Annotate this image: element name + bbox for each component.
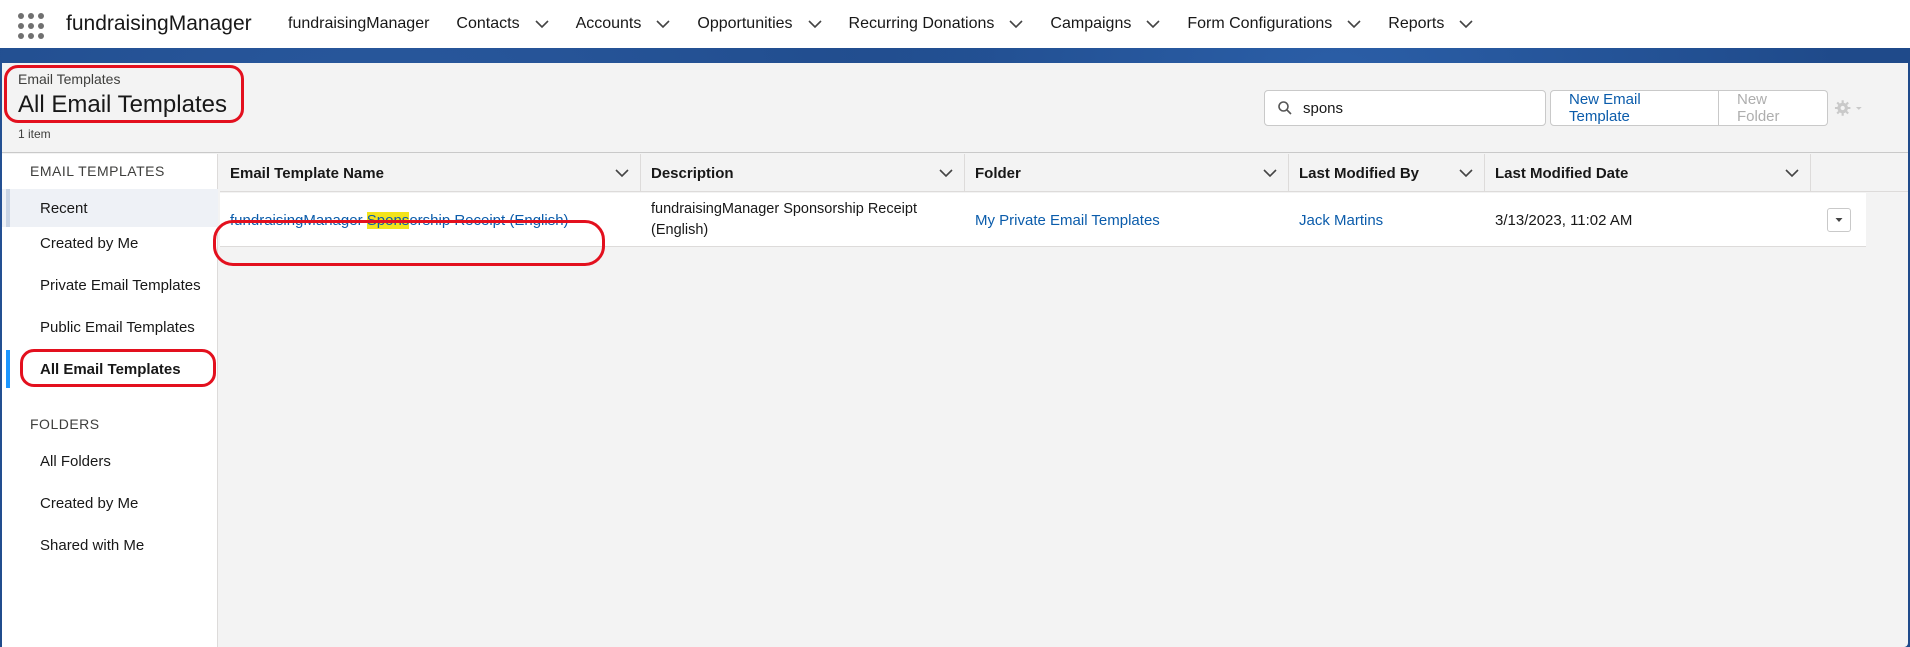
chevron-down-icon xyxy=(1856,107,1863,110)
table-header: Email Template Name Description Folder L… xyxy=(220,154,1908,192)
new-folder-button[interactable]: New Folder xyxy=(1719,90,1828,126)
nav-tab-form-configurations[interactable]: Form Configurations xyxy=(1187,15,1362,33)
column-label: Last Modified By xyxy=(1299,164,1420,182)
sidebar-item-shared-with-me[interactable]: Shared with Me xyxy=(2,526,218,564)
sidebar-item-created-by-me[interactable]: Created by Me xyxy=(2,224,218,262)
list-settings-button[interactable] xyxy=(1834,98,1864,118)
chevron-down-icon[interactable] xyxy=(655,16,671,32)
column-label: Folder xyxy=(975,164,1021,182)
chevron-down-icon[interactable] xyxy=(1145,16,1161,32)
column-header-last-modified-date[interactable]: Last Modified Date xyxy=(1485,154,1811,192)
chevron-down-icon[interactable] xyxy=(534,16,550,32)
sidebar-item-folders-created-by-me[interactable]: Created by Me xyxy=(2,484,218,522)
annotation-circle xyxy=(4,65,244,123)
chevron-down-icon[interactable] xyxy=(938,165,954,181)
nav-tab-label: Accounts xyxy=(575,15,642,32)
chevron-down-icon xyxy=(1835,218,1843,222)
column-header-description[interactable]: Description xyxy=(641,154,965,192)
page-container: Email Templates All Email Templates 1 it… xyxy=(2,63,1908,647)
search-icon xyxy=(1278,101,1292,115)
annotation-circle xyxy=(20,349,216,387)
nav-tab-label: Contacts xyxy=(456,15,520,32)
column-header-name[interactable]: Email Template Name xyxy=(220,154,641,192)
chevron-down-icon[interactable] xyxy=(807,16,823,32)
list-header: Email Templates All Email Templates 1 it… xyxy=(2,63,1908,153)
cell-last-modified-by: Jack Martins xyxy=(1289,193,1485,247)
description-line: fundraisingManager Sponsorship Receipt xyxy=(651,201,917,217)
gear-icon xyxy=(1834,100,1851,116)
modified-by-link[interactable]: Jack Martins xyxy=(1299,212,1383,229)
chevron-down-icon[interactable] xyxy=(1346,16,1362,32)
global-nav: fundraisingManager fundraisingManager Co… xyxy=(0,0,1910,48)
action-buttons: New Email Template New Folder xyxy=(1550,90,1828,126)
chevron-down-icon[interactable] xyxy=(1458,165,1474,181)
nav-tab-label: Form Configurations xyxy=(1187,15,1333,32)
chevron-down-icon[interactable] xyxy=(1008,16,1024,32)
nav-tab-campaigns[interactable]: Campaigns xyxy=(1050,15,1161,33)
nav-tabs: fundraisingManager Contacts Accounts Opp… xyxy=(288,0,1500,48)
chevron-down-icon[interactable] xyxy=(1458,16,1474,32)
search-input[interactable]: spons xyxy=(1264,90,1546,126)
annotation-circle xyxy=(213,220,605,266)
column-label: Description xyxy=(651,164,734,182)
cell-last-modified-date: 3/13/2023, 11:02 AM xyxy=(1495,211,1633,229)
sidebar-section-folders: FOLDERS xyxy=(30,416,100,432)
nav-tab-accounts[interactable]: Accounts xyxy=(576,15,672,33)
row-actions-button[interactable] xyxy=(1827,208,1851,232)
column-header-last-modified-by[interactable]: Last Modified By xyxy=(1289,154,1485,192)
description-line: (English) xyxy=(651,222,709,238)
item-count: 1 item xyxy=(18,127,51,141)
column-label: Last Modified Date xyxy=(1495,164,1629,182)
nav-tab-label: Campaigns xyxy=(1050,15,1132,32)
nav-tab-reports[interactable]: Reports xyxy=(1388,15,1474,33)
cell-description: fundraisingManager Sponsorship Receipt (… xyxy=(641,193,965,247)
sidebar-item-recent[interactable]: Recent xyxy=(2,189,218,227)
app-launcher-icon[interactable] xyxy=(18,13,44,39)
cell-folder: My Private Email Templates xyxy=(965,193,1289,247)
app-name: fundraisingManager xyxy=(66,12,252,35)
sidebar: EMAIL TEMPLATES Recent Created by Me Pri… xyxy=(2,154,218,647)
sidebar-item-public-email-templates[interactable]: Public Email Templates xyxy=(2,308,218,346)
new-email-template-button[interactable]: New Email Template xyxy=(1550,90,1719,126)
chevron-down-icon[interactable] xyxy=(1262,165,1278,181)
nav-tab-label: Recurring Donations xyxy=(848,15,995,32)
nav-tab-label: Opportunities xyxy=(697,15,793,32)
search-value: spons xyxy=(1303,99,1344,117)
folder-link[interactable]: My Private Email Templates xyxy=(975,212,1160,229)
chevron-down-icon[interactable] xyxy=(1784,165,1800,181)
nav-tab-fundraisingmanager[interactable]: fundraisingManager xyxy=(288,15,429,33)
chevron-down-icon[interactable] xyxy=(614,165,630,181)
nav-tab-contacts[interactable]: Contacts xyxy=(456,15,549,33)
sidebar-section-email-templates: EMAIL TEMPLATES xyxy=(30,163,165,179)
sidebar-item-all-folders[interactable]: All Folders xyxy=(2,442,218,480)
column-label: Email Template Name xyxy=(230,164,384,182)
nav-tab-opportunities[interactable]: Opportunities xyxy=(697,15,822,33)
nav-tab-label: fundraisingManager xyxy=(288,15,430,32)
sidebar-item-private-email-templates[interactable]: Private Email Templates xyxy=(2,266,218,304)
nav-tab-recurring-donations[interactable]: Recurring Donations xyxy=(849,15,1025,33)
column-header-folder[interactable]: Folder xyxy=(965,154,1289,192)
nav-tab-label: Reports xyxy=(1388,15,1445,32)
